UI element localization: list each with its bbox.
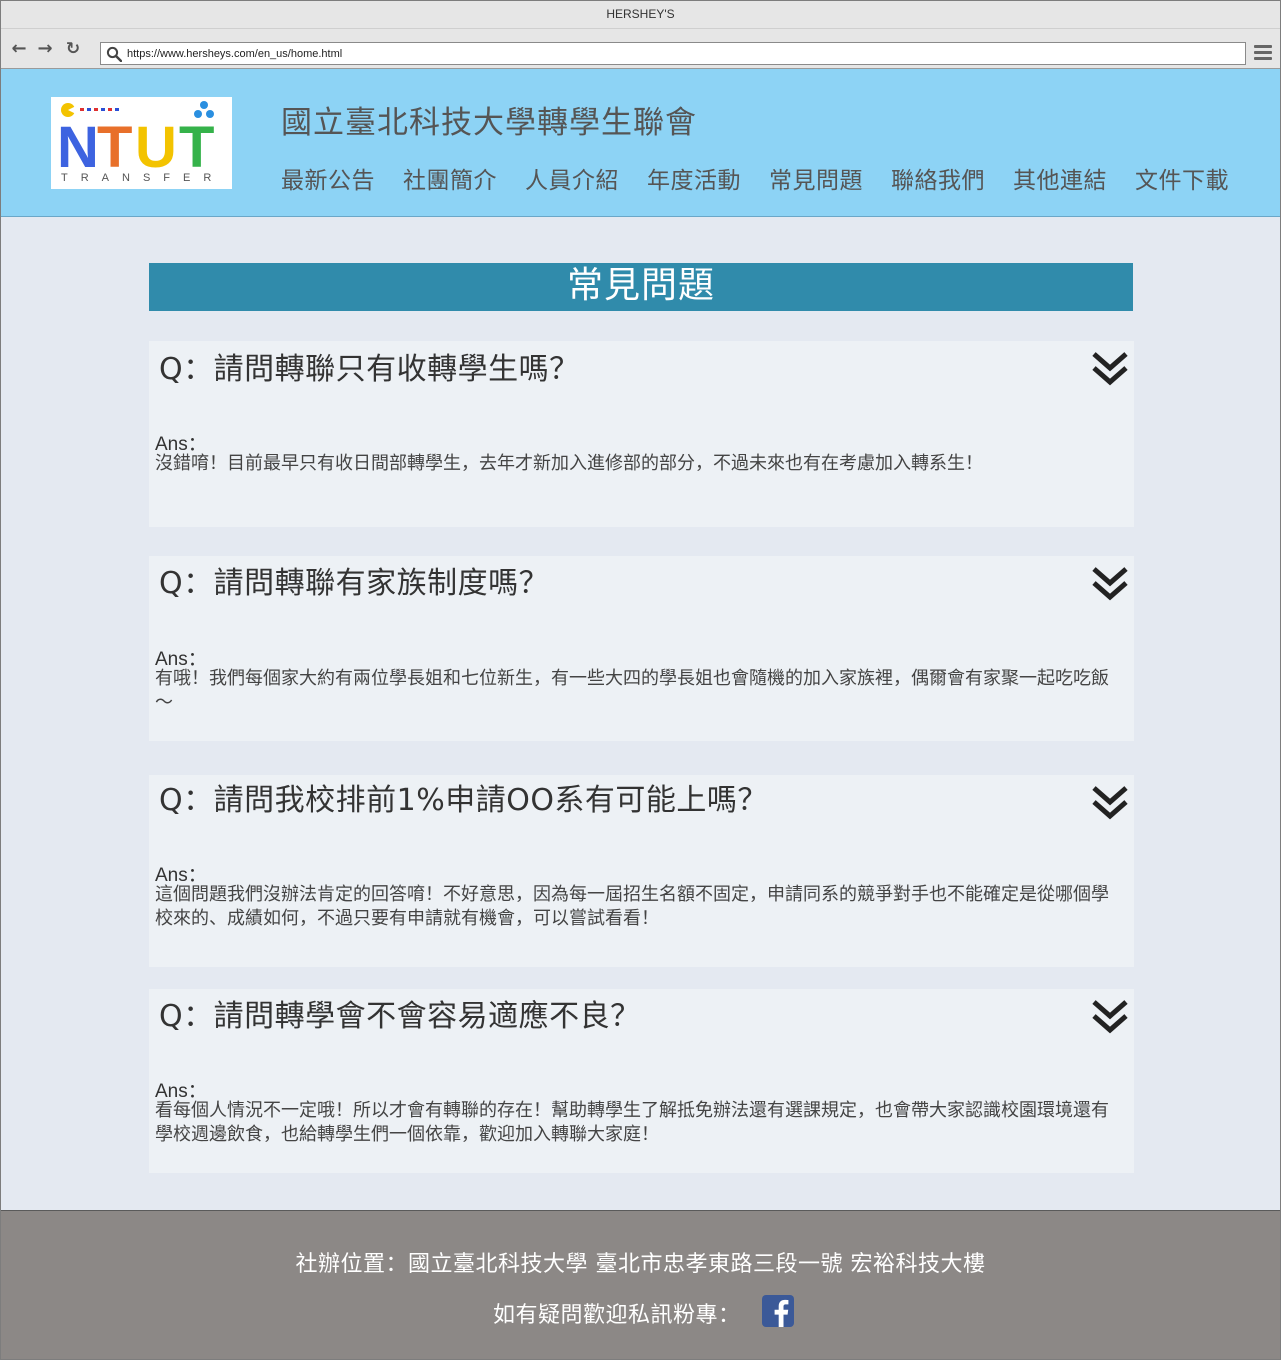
svg-text:T: T	[179, 115, 214, 180]
reload-icon[interactable]: ↻	[63, 39, 83, 59]
facebook-icon[interactable]	[762, 1295, 794, 1327]
nav-item-annual-events[interactable]: 年度活動	[647, 161, 741, 195]
search-icon	[106, 46, 122, 62]
faq-item: Q：請問轉學會不會容易適應不良？ Ans： 看每個人情況不一定哦！所以才會有轉聯…	[149, 989, 1134, 1173]
hamburger-menu-icon[interactable]	[1254, 45, 1272, 61]
footer-contact-text: 如有疑問歡迎私訊粉專：	[493, 1303, 741, 1328]
footer-address: 社辦位置：國立臺北科技大學 臺北市忠孝東路三段一號 宏裕科技大樓	[295, 1252, 986, 1277]
faq-answer: 有哦！我們每個家大約有兩位學長姐和七位新生，有一些大四的學長姐也會隨機的加入家族…	[155, 668, 1109, 713]
nav-item-faq[interactable]: 常見問題	[769, 161, 863, 195]
site-title: 國立臺北科技大學轉學生聯會	[281, 105, 697, 141]
faq-answer: 看每個人情況不一定哦！所以才會有轉聯的存在！幫助轉學生了解抵免辦法還有選課規定，…	[155, 1100, 1109, 1145]
faq-question[interactable]: Q：請問轉聯有家族制度嗎？	[159, 558, 549, 602]
faq-question[interactable]: Q：請問轉聯只有收轉學生嗎？	[159, 344, 580, 388]
faq-answer: 這個問題我們沒辦法肯定的回答唷！不好意思，因為每一屆招生名額不固定，申請同系的競…	[155, 884, 1109, 929]
svg-text:T: T	[97, 115, 132, 180]
nav-item-members[interactable]: 人員介紹	[525, 161, 619, 195]
nav-item-announcements[interactable]: 最新公告	[281, 161, 375, 195]
ntut-transfer-logo[interactable]: N T U T TRANSFER	[51, 97, 232, 189]
faq-item: Q：請問我校排前1%申請OO系有可能上嗎？ Ans： 這個問題我們沒辦法肯定的回…	[149, 775, 1134, 967]
logo-graphic: N T U T TRANSFER	[57, 101, 224, 184]
nav-item-downloads[interactable]: 文件下載	[1135, 161, 1229, 195]
browser-window: HERSHEY'S ← → ↻ https://www.hersheys.com…	[0, 0, 1281, 1360]
nav-item-other-links[interactable]: 其他連結	[1013, 161, 1107, 195]
url-input[interactable]	[127, 45, 1227, 62]
arrow-left-icon[interactable]: ←	[9, 39, 29, 59]
site-footer: 社辦位置：國立臺北科技大學 臺北市忠孝東路三段一號 宏裕科技大樓 如有疑問歡迎私…	[1, 1210, 1280, 1359]
double-chevron-down-icon[interactable]	[1091, 349, 1129, 387]
faq-item: Q：請問轉聯只有收轉學生嗎？ Ans： 沒錯唷！目前最早只有收日間部轉學生，去年…	[149, 341, 1134, 527]
double-chevron-down-icon[interactable]	[1091, 564, 1129, 602]
svg-text:TRANSFER: TRANSFER	[61, 172, 224, 184]
section-title: 常見問題	[149, 263, 1133, 311]
nav-item-club-intro[interactable]: 社團簡介	[403, 161, 497, 195]
double-chevron-down-icon[interactable]	[1091, 997, 1129, 1035]
window-title: HERSHEY'S	[1, 1, 1280, 29]
facebook-icon-graphic	[774, 1299, 789, 1327]
address-bar[interactable]	[100, 42, 1246, 65]
nav-item-contact[interactable]: 聯絡我們	[891, 161, 985, 195]
browser-toolbar: ← → ↻	[1, 29, 1280, 69]
faq-question[interactable]: Q：請問轉學會不會容易適應不良？	[159, 991, 641, 1035]
faq-question[interactable]: Q：請問我校排前1%申請OO系有可能上嗎？	[159, 775, 768, 819]
svg-text:N: N	[57, 115, 97, 180]
svg-text:U: U	[135, 115, 175, 180]
faq-answer: 沒錯唷！目前最早只有收日間部轉學生，去年才新加入進修部的部分，不過未來也有在考慮…	[155, 453, 983, 474]
site-header: N T U T TRANSFER 國立臺北科技大學轉學生聯會 最新公告 社團簡介…	[1, 69, 1280, 217]
arrow-right-icon[interactable]: →	[35, 39, 55, 59]
double-chevron-down-icon[interactable]	[1091, 783, 1129, 821]
faq-item: Q：請問轉聯有家族制度嗎？ Ans： 有哦！我們每個家大約有兩位學長姐和七位新生…	[149, 556, 1134, 741]
